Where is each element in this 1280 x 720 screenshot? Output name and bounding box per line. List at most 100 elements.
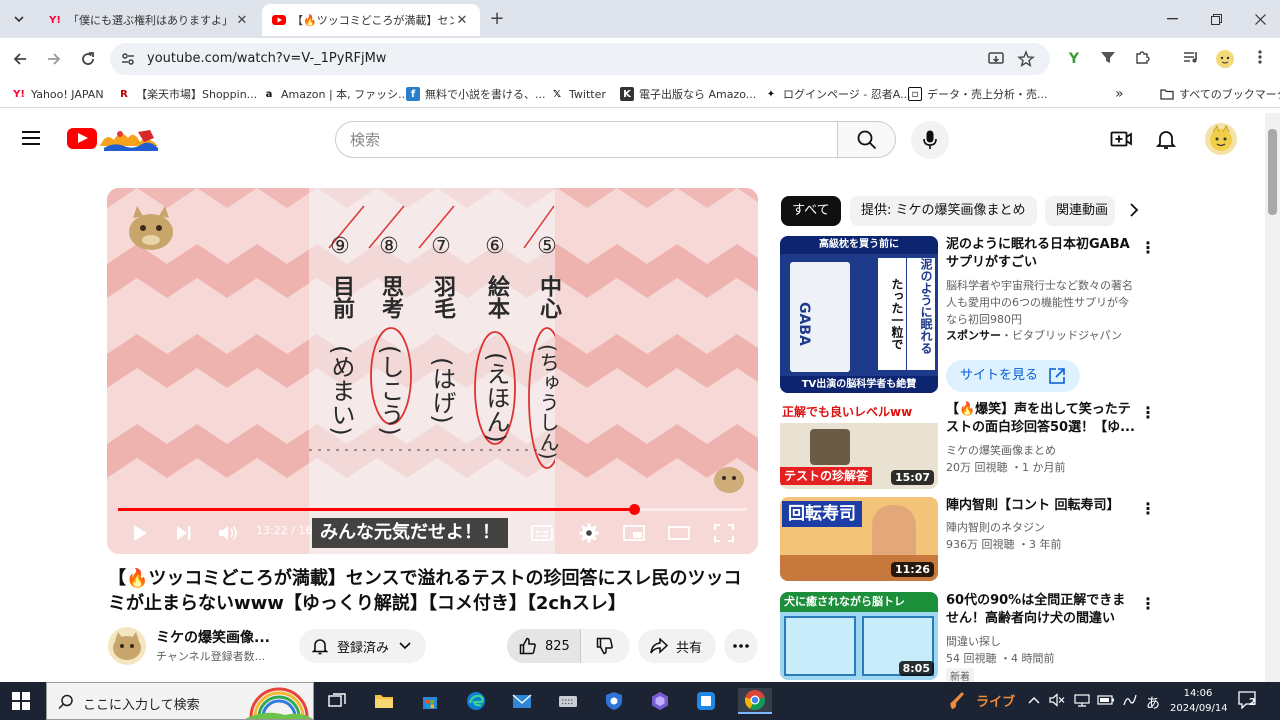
more-actions-button[interactable] [724,629,758,663]
rec-thumbnail-3[interactable]: 犬に癒されながら脳トレ 8:05 [780,592,938,680]
search-button[interactable] [837,121,896,158]
minimize-button[interactable] [1150,0,1194,38]
profile-avatar-icon[interactable] [1215,49,1235,69]
fullscreen-button[interactable] [709,518,739,548]
filter-extension-icon[interactable] [1098,49,1118,69]
address-bar[interactable]: youtube.com/watch?v=V-_1PyRFjMw [110,43,1050,75]
rec-channel-1[interactable]: ミケの爆笑画像まとめ [946,442,1136,459]
back-button[interactable] [8,47,32,71]
battery-icon[interactable] [1097,693,1115,711]
keyboard-app[interactable] [554,688,582,714]
rec-thumbnail-2[interactable]: 回転寿司 11:26 [780,497,938,581]
share-button[interactable]: 共有 [638,629,716,663]
visual-studio-app[interactable] [646,688,674,714]
play-button[interactable] [125,518,155,548]
show-hidden-icons-button[interactable] [1028,693,1040,708]
media-control-icon[interactable] [1181,49,1201,69]
bookmark-novel[interactable]: f 無料で小説を書ける、... [406,86,546,102]
close-tab-icon[interactable]: ✕ [454,13,470,28]
microsoft-store-app[interactable] [416,688,444,714]
bookmark-yahoo[interactable]: Y! Yahoo! JAPAN [12,86,103,102]
network-icon[interactable] [1074,693,1090,711]
guide-menu-icon[interactable] [22,128,44,150]
chips-next-button[interactable] [1124,202,1144,222]
voice-search-button[interactable] [911,121,949,159]
taskbar-search-box[interactable]: ここに入力して検索 [46,682,314,720]
bookmark-data[interactable]: ▫ データ・売上分析・売... [908,86,1048,102]
mail-app[interactable] [508,688,536,714]
scrollbar-thumb[interactable] [1268,129,1277,215]
progress-bar[interactable] [118,504,747,515]
ad-menu-icon[interactable]: ⋮ [1140,238,1156,258]
task-view-button[interactable] [323,688,351,714]
scrubber-handle[interactable] [628,504,640,515]
volume-muted-icon[interactable] [1049,693,1065,711]
bookmark-kindle[interactable]: K 電子出版なら Amazo... [620,86,756,102]
url-text[interactable]: youtube.com/watch?v=V-_1PyRFjMw [147,51,386,66]
rec-title-2[interactable]: 陣内智則【コント 回転寿司】 [946,497,1136,515]
like-button[interactable]: 825 [507,629,581,663]
captions-button[interactable] [527,518,557,548]
visit-site-button[interactable]: サイトを見る [946,360,1081,392]
ad-title[interactable]: 泥のように眠れる日本初GABAサプリがすごい [946,236,1136,272]
tab-youtube[interactable]: 【🔥ツッコミどころが満載】センスで溢 ✕ [262,4,480,36]
rec-menu-icon[interactable]: ⋮ [1140,499,1156,519]
rec-title-1[interactable]: 【🔥爆笑】声を出して笑ったテストの面白珍回答50選！【ゆ... [946,401,1136,437]
bookmark-star-icon[interactable] [1017,50,1035,68]
rec-menu-icon[interactable]: ⋮ [1140,594,1156,614]
theater-mode-button[interactable] [664,518,694,548]
bookmark-ninja[interactable]: ✦ ログインページ - 忍者A... [764,86,911,102]
edge-browser-app[interactable] [462,688,490,714]
site-info-icon[interactable] [120,51,136,67]
tab-yahoo[interactable]: Y! 「僕にも選ぶ権利はありますよ」中日 ✕ [38,4,260,36]
tab-search-button[interactable] [6,6,32,32]
rec-title-3[interactable]: 60代の90%は全問正解できません！高齢者向け犬の間違い探... [946,592,1136,628]
ime-indicator[interactable]: あ [1146,693,1160,713]
notifications-bell-icon[interactable] [1154,127,1178,151]
close-window-button[interactable] [1238,0,1280,38]
shield-app[interactable] [600,688,628,714]
account-avatar[interactable] [1205,123,1237,155]
chip-from-channel[interactable]: 提供: ミケの爆笑画像まとめ [850,196,1037,226]
video-player[interactable]: ⑨ 目前 (めまい) ⑧ 思考 (しこう) ⑦ 羽毛 (はげ) ⑥ 絵本 (えほん) ⑤ 中心 (ち… [107,188,758,554]
bookmark-amazon[interactable]: a Amazon | 本, ファッシ... [262,86,409,102]
channel-avatar[interactable] [108,627,146,665]
search-input[interactable] [350,130,820,150]
create-video-icon[interactable] [1109,127,1133,151]
reload-button[interactable] [76,47,100,71]
chrome-menu-icon[interactable] [1250,49,1270,69]
yomiage-extension-icon[interactable]: Y [1064,49,1084,69]
bookmark-twitter[interactable]: 𝕏 Twitter [550,86,606,102]
youtube-logo-icon[interactable] [67,128,97,149]
rec-menu-icon[interactable]: ⋮ [1140,403,1156,423]
chrome-app[interactable] [738,688,772,714]
install-app-icon[interactable] [987,50,1005,68]
miniplayer-button[interactable] [619,518,649,548]
new-tab-button[interactable]: + [486,8,508,30]
blue-app[interactable] [692,688,720,714]
notification-center-button[interactable]: 2 [1238,691,1258,713]
rec-thumbnail-1[interactable]: 正解でも良いレベルww テストの珍解答 15:07 [780,401,938,489]
all-bookmarks-button[interactable]: すべてのブックマーク [1160,86,1280,102]
next-button[interactable] [169,518,199,548]
bookmarks-overflow-button[interactable]: » [1115,86,1124,102]
maximize-button[interactable] [1194,0,1238,38]
file-explorer-app[interactable] [370,688,398,714]
youtube-doodle-logo[interactable] [98,124,160,152]
settings-button[interactable] [574,518,604,548]
dislike-button[interactable] [581,629,629,663]
chip-all[interactable]: すべて [781,196,841,226]
subscribed-button[interactable]: 登録済み [299,629,426,663]
volume-button[interactable] [213,518,243,548]
ad-thumbnail[interactable]: 高級枕を買う前に GABA たった一粒で 泥のように眠れる TV出演の脳科学者も… [780,236,938,393]
system-clock[interactable]: 14:06 2024/09/14 [1170,686,1228,716]
channel-name[interactable]: ミケの爆笑画像... [156,627,286,647]
live-widget[interactable]: ライブ [948,690,1015,710]
forward-button[interactable] [42,47,66,71]
pen-icon[interactable] [1122,693,1138,711]
rec-channel-2[interactable]: 陣内智則のネタジン [946,519,1136,536]
rec-channel-3[interactable]: 間違い探し [946,633,1136,650]
bookmark-rakuten[interactable]: R 【楽天市場】Shoppin... [117,86,257,102]
extensions-puzzle-icon[interactable] [1132,49,1152,69]
page-scrollbar[interactable] [1265,113,1280,682]
